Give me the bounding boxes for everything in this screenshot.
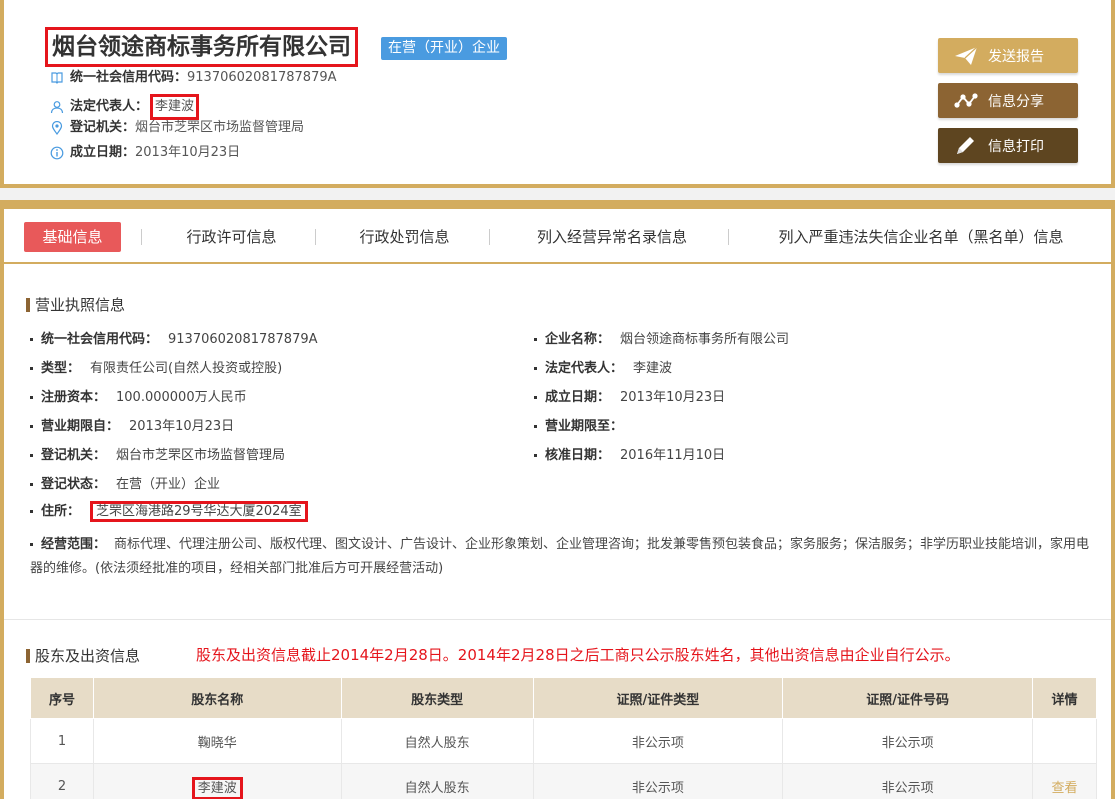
field-term-from: 营业期限自： 2013年10月23日 <box>30 418 234 436</box>
authority-value: 烟台市芝罘区市场监督管理局 <box>135 120 305 135</box>
field-capital: 注册资本： 100.000000万人民币 <box>30 389 247 407</box>
field-company-name: 企业名称： 烟台领途商标事务所有限公司 <box>534 331 789 349</box>
cell-id-type: 非公示项 <box>532 763 784 799</box>
paper-plane-icon <box>955 46 978 65</box>
field-address: 住所： 芝罘区海港路29号华达大厦2024室 <box>30 501 308 522</box>
field-term-to: 营业期限至： <box>534 418 633 436</box>
cell-name: 李建波 <box>92 763 342 799</box>
col-header: 股东名称 <box>92 677 342 719</box>
tab-abnormal-list[interactable]: 列入经营异常名录信息 <box>522 222 702 252</box>
cell-type: 自然人股东 <box>340 763 534 799</box>
field-approval-date: 核准日期： 2016年11月10日 <box>534 447 725 465</box>
field-authority: 登记机关： 烟台市芝罘区市场监督管理局 <box>30 447 285 465</box>
share-info-button[interactable]: 信息分享 <box>938 83 1078 118</box>
authority-row: 登记机关： 烟台市芝罘区市场监督管理局 <box>50 119 304 137</box>
tab-bar: 基础信息 行政许可信息 行政处罚信息 列入经营异常名录信息 列入严重违法失信企业… <box>4 209 1111 264</box>
business-scope-text: 商标代理、代理注册公司、版权代理、图文设计、广告设计、企业形象策划、企业管理咨询… <box>30 537 1090 576</box>
col-header: 序号 <box>30 677 94 719</box>
view-detail-link[interactable]: 查看 <box>1051 781 1077 796</box>
field-type: 类型： 有限责任公司(自然人投资或控股) <box>30 360 282 378</box>
shareholder-note: 股东及出资信息截止2014年2月28日。2014年2月28日之后工商只公示股东姓… <box>196 646 960 664</box>
tab-admin-penalty[interactable]: 行政处罚信息 <box>347 222 462 252</box>
cell-id-no: 非公示项 <box>782 718 1033 764</box>
established-label: 成立日期： <box>70 145 136 160</box>
tab-separator <box>141 229 142 245</box>
established-value: 2013年10月23日 <box>135 145 241 160</box>
col-header: 证照/证件类型 <box>532 677 784 719</box>
field-legal-rep: 法定代表人： 李建波 <box>534 360 672 378</box>
table-row: 2 李建波 自然人股东 非公示项 非公示项 查看 <box>30 763 1097 799</box>
table-header-row: 序号 股东名称 股东类型 证照/证件类型 证照/证件号码 详情 <box>30 677 1097 719</box>
section-divider <box>4 619 1111 620</box>
business-scope: 经营范围： 商标代理、代理注册公司、版权代理、图文设计、广告设计、企业形象策划、企… <box>30 533 1100 581</box>
field-reg-status: 登记状态： 在营（开业）企业 <box>30 476 220 494</box>
shareholder-section-title: 股东及出资信息 <box>26 647 140 665</box>
table-row: 1 鞠晓华 自然人股东 非公示项 非公示项 <box>30 718 1097 764</box>
cell-name: 鞠晓华 <box>92 718 342 764</box>
cell-type: 自然人股东 <box>340 718 534 764</box>
book-icon <box>51 72 63 84</box>
legal-rep-value: 李建波 <box>150 94 200 120</box>
tab-separator <box>489 229 490 245</box>
company-name: 烟台领途商标事务所有限公司 <box>45 27 358 67</box>
person-icon <box>50 101 64 114</box>
credit-code-label: 统一社会信用代码： <box>70 70 188 85</box>
share-nodes-icon <box>954 92 978 108</box>
tab-separator <box>728 229 729 245</box>
cell-no: 2 <box>30 763 94 799</box>
detail-card: 基础信息 行政许可信息 行政处罚信息 列入经营异常名录信息 列入严重违法失信企业… <box>0 200 1115 799</box>
tab-blacklist[interactable]: 列入严重违法失信企业名单（黑名单）信息 <box>761 222 1081 252</box>
col-header: 证照/证件号码 <box>782 677 1033 719</box>
cell-id-type: 非公示项 <box>532 718 784 764</box>
field-established: 成立日期： 2013年10月23日 <box>534 389 725 407</box>
tab-admin-license[interactable]: 行政许可信息 <box>174 222 289 252</box>
credit-code-value: 91370602081787879A <box>187 70 337 85</box>
established-row: 成立日期： 2013年10月23日 <box>50 144 240 162</box>
send-report-button[interactable]: 发送报告 <box>938 38 1078 73</box>
cell-detail: 查看 <box>1032 763 1097 799</box>
send-report-label: 发送报告 <box>988 48 1044 65</box>
license-section-title: 营业执照信息 <box>26 296 125 314</box>
share-info-label: 信息分享 <box>988 93 1044 110</box>
shareholder-table: 序号 股东名称 股东类型 证照/证件类型 证照/证件号码 详情 1 鞠晓华 自然… <box>30 677 1097 799</box>
legal-rep-row: 法定代表人： 李建波 <box>50 94 200 120</box>
location-pin-icon <box>51 121 63 135</box>
shareholder-name-highlight: 李建波 <box>191 776 243 799</box>
status-badge: 在营（开业）企业 <box>381 37 507 60</box>
tab-separator <box>315 229 316 245</box>
col-header: 详情 <box>1032 677 1097 719</box>
authority-label: 登记机关： <box>70 120 136 135</box>
print-info-button[interactable]: 信息打印 <box>938 128 1078 163</box>
print-info-label: 信息打印 <box>988 138 1044 155</box>
tab-basic-info[interactable]: 基础信息 <box>24 222 121 252</box>
legal-rep-label: 法定代表人： <box>70 99 149 114</box>
business-scope-label: 经营范围： <box>41 537 107 552</box>
col-header: 股东类型 <box>340 677 534 719</box>
info-icon <box>50 146 64 160</box>
cell-detail <box>1032 718 1097 764</box>
cell-no: 1 <box>30 718 94 764</box>
company-header-card: 烟台领途商标事务所有限公司 在营（开业）企业 统一社会信用代码： 9137060… <box>0 0 1115 188</box>
field-credit-code: 统一社会信用代码： 91370602081787879A <box>30 331 318 349</box>
cell-id-no: 非公示项 <box>782 763 1033 799</box>
pencil-icon <box>957 136 974 154</box>
credit-code-row: 统一社会信用代码： 91370602081787879A <box>50 69 337 87</box>
